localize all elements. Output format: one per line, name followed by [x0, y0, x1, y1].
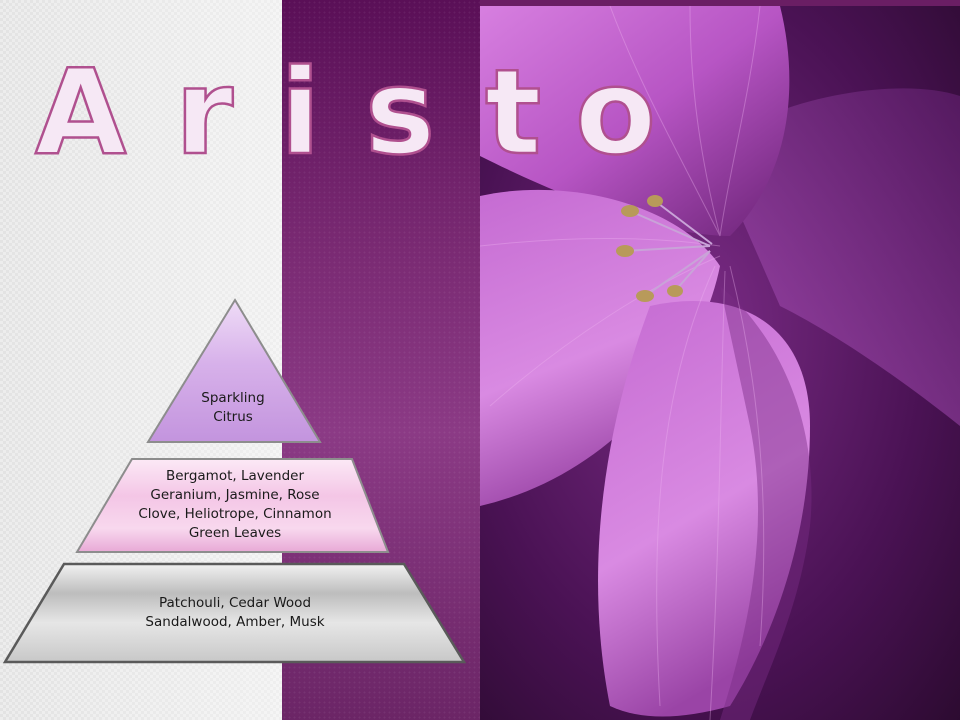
base-note-line: Sandalwood, Amber, Musk: [145, 614, 325, 630]
middle-note-line: Clove, Heliotrope, Cinnamon: [138, 506, 332, 522]
middle-note-line: Geranium, Jasmine, Rose: [150, 487, 320, 503]
base-note-line: Patchouli, Cedar Wood: [158, 595, 312, 611]
middle-note-line: Bergamot, Lavender: [165, 468, 305, 484]
top-note-line: Citrus: [213, 409, 253, 425]
middle-notes-text: Bergamot, Lavender Geranium, Jasmine, Ro…: [100, 467, 370, 543]
middle-note-line: Green Leaves: [188, 525, 282, 541]
top-notes-text: Sparkling Citrus: [173, 389, 293, 427]
top-note-line: Sparkling: [201, 390, 265, 406]
base-notes-text: Patchouli, Cedar Wood Sandalwood, Amber,…: [100, 594, 370, 632]
